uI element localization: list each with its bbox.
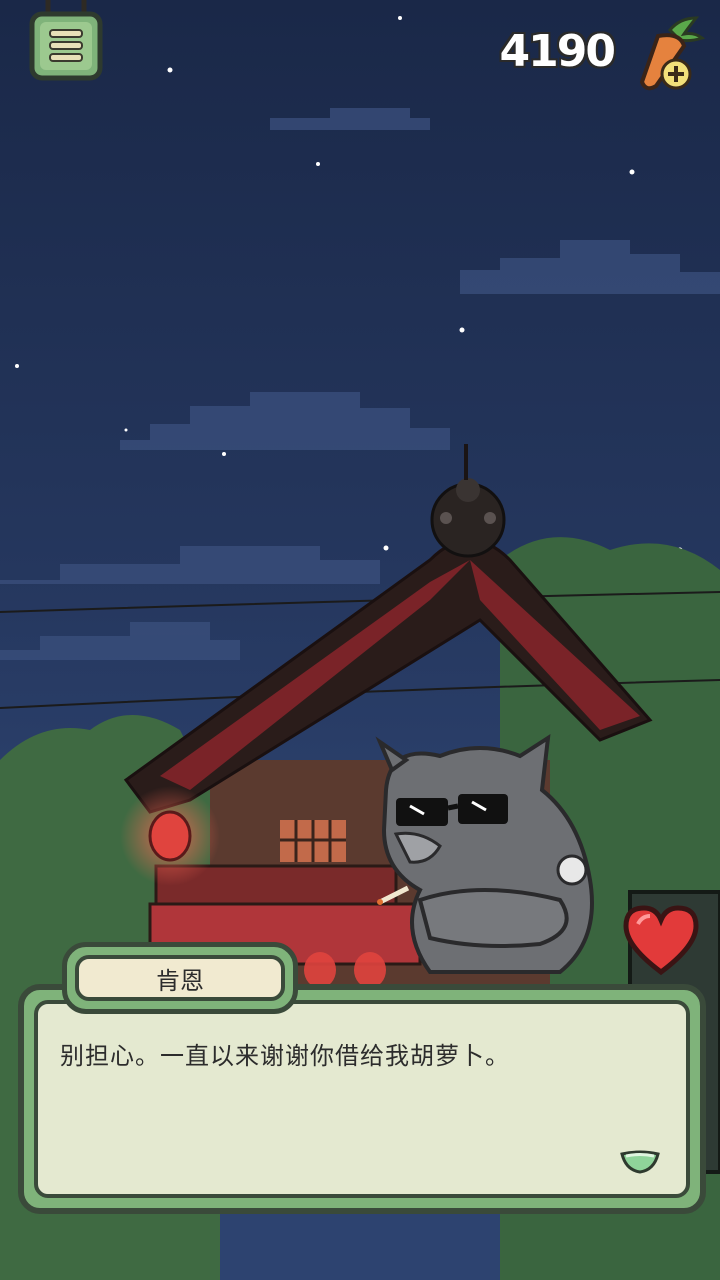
speaker-name: 肯恩 xyxy=(156,966,204,995)
menu-button[interactable] xyxy=(28,0,104,82)
buy-carrots-button[interactable] xyxy=(636,12,706,92)
dialog-box[interactable]: 肯恩 别担心。一直以来谢谢你借给我胡萝卜。 xyxy=(18,942,706,1214)
ladder-menu-icon xyxy=(29,0,103,81)
speaker-name-tab: 肯恩 xyxy=(62,942,298,1014)
dialog-paper xyxy=(34,1000,690,1198)
heart-icon xyxy=(623,905,699,976)
next-arrow-icon xyxy=(620,1150,660,1174)
dialog-panel xyxy=(18,984,706,1214)
carrot-count: 4190 xyxy=(499,26,616,77)
speaker-name-plate: 肯恩 xyxy=(75,955,285,1001)
dialog-message: 别担心。一直以来谢谢你借给我胡萝卜。 xyxy=(60,1042,510,1070)
next-dialog-button[interactable] xyxy=(618,1148,662,1176)
carrot-plus-icon xyxy=(639,16,706,91)
affection-heart-button[interactable] xyxy=(620,902,702,978)
